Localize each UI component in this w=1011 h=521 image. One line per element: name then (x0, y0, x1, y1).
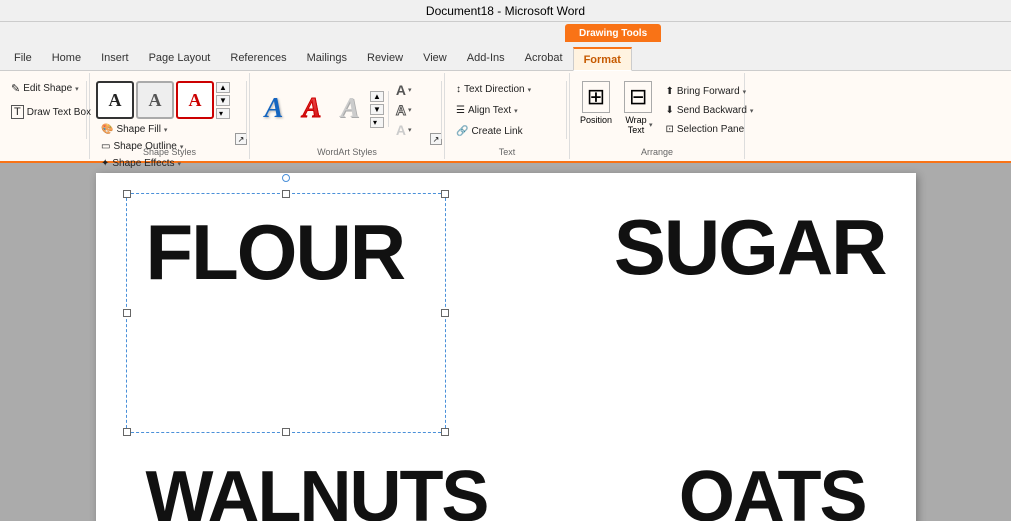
send-backward-button[interactable]: ⬇ Send Backward ▾ (660, 102, 758, 119)
tab-references[interactable]: References (220, 46, 296, 70)
insert-group-content: ✎ Edit Shape ▾ T Draw Text Box (6, 75, 83, 157)
word-sugar: SUGAR (614, 208, 886, 286)
handle-bottom-center[interactable] (282, 428, 290, 436)
word-oats: OATS (679, 461, 866, 521)
tab-addins[interactable]: Add-Ins (457, 46, 515, 70)
shape-style-btn-2[interactable]: A (136, 81, 174, 119)
position-button[interactable]: ⊞ Position (576, 79, 616, 127)
word-flour: FLOUR (146, 213, 405, 291)
handle-top-center[interactable] (282, 190, 290, 198)
tab-page-layout[interactable]: Page Layout (139, 46, 221, 70)
document-area: FLOUR SUGAR WALNUTS OATS (0, 163, 1011, 521)
tab-home[interactable]: Home (42, 46, 91, 70)
wordart-expand[interactable]: ▾ (370, 117, 384, 128)
wordart-scroll-up[interactable]: ▲ (370, 91, 384, 102)
shape-style-btn-1[interactable]: A (96, 81, 134, 119)
text-group: ↕ Text Direction ▾ ☰ Align Text ▾ 🔗 Crea… (445, 73, 570, 159)
word-walnuts: WALNUTS (146, 461, 488, 521)
text-effects-button[interactable]: A ▾ (393, 121, 415, 139)
align-text-button[interactable]: ☰ Align Text ▾ (451, 102, 523, 119)
ribbon: ✎ Edit Shape ▾ T Draw Text Box A A A ▲ ▼… (0, 71, 1011, 163)
shape-styles-expand[interactable]: ▾ (216, 108, 230, 119)
bring-forward-icon: ⬆ (665, 86, 673, 97)
align-text-icon: ☰ (456, 105, 465, 116)
text-fill-button[interactable]: A ▾ (393, 81, 415, 99)
tab-bar: File Home Insert Page Layout References … (0, 42, 1011, 70)
arrange-label: Arrange (570, 147, 744, 157)
text-direction-icon: ↕ (456, 84, 461, 95)
text-direction-arrow: ▾ (528, 86, 532, 94)
wordart-btn-2[interactable]: A (294, 91, 330, 127)
shape-style-btn-3[interactable]: A (176, 81, 214, 119)
edit-shape-arrow: ▾ (75, 85, 79, 93)
align-text-arrow: ▾ (514, 107, 518, 115)
shape-effects-button[interactable]: ✦ Shape Effects ▾ (96, 155, 186, 172)
shape-effects-arrow: ▾ (177, 160, 181, 168)
wrap-text-arrow: ▾ (649, 121, 653, 129)
arrange-content: ⊞ Position ⊟ Wrap Text ▾ ⬆ Bring Forward (576, 75, 738, 157)
title-bar: Document18 - Microsoft Word (0, 0, 1011, 22)
handle-top-left[interactable] (123, 190, 131, 198)
tab-format[interactable]: Format (573, 47, 632, 71)
handle-top-right[interactable] (441, 190, 449, 198)
wordart-content: A A A ▲ ▼ ▾ A ▾ A ▾ (256, 75, 438, 157)
shape-fill-button[interactable]: 🎨 Shape Fill ▾ (96, 121, 172, 138)
text-fill-icon: A (396, 82, 406, 98)
send-backward-icon: ⬇ (665, 105, 673, 116)
edit-shape-button[interactable]: ✎ Edit Shape ▾ (6, 79, 84, 98)
tab-mailings[interactable]: Mailings (297, 46, 357, 70)
bring-forward-button[interactable]: ⬆ Bring Forward ▾ (660, 83, 758, 100)
tab-insert[interactable]: Insert (91, 46, 139, 70)
text-outline-icon: A (396, 102, 406, 118)
tab-acrobat[interactable]: Acrobat (515, 46, 573, 70)
text-direction-button[interactable]: ↕ Text Direction ▾ (451, 81, 536, 98)
selection-pane-button[interactable]: ⊡ Selection Pane (660, 121, 758, 138)
text-effects-icon: A (396, 122, 406, 138)
edit-shape-icon: ✎ (11, 82, 20, 95)
handle-bottom-right[interactable] (441, 428, 449, 436)
text-outline-button[interactable]: A ▾ (393, 101, 415, 119)
handle-bottom-left[interactable] (123, 428, 131, 436)
wordart-group: A A A ▲ ▼ ▾ A ▾ A ▾ (250, 73, 445, 159)
draw-text-box-icon: T (11, 105, 24, 119)
wordart-label: WordArt Styles (250, 147, 444, 157)
draw-text-box-button[interactable]: T Draw Text Box (6, 102, 96, 122)
handle-middle-right[interactable] (441, 309, 449, 317)
text-label: Text (445, 147, 569, 157)
shape-fill-icon: 🎨 (101, 124, 113, 135)
tab-review[interactable]: Review (357, 46, 413, 70)
handle-middle-left[interactable] (123, 309, 131, 317)
shape-fill-arrow: ▾ (164, 126, 168, 134)
text-content: ↕ Text Direction ▾ ☰ Align Text ▾ 🔗 Crea… (451, 75, 563, 157)
insert-group: ✎ Edit Shape ▾ T Draw Text Box (0, 73, 90, 159)
shape-styles-group: A A A ▲ ▼ ▾ 🎨 Shape Fill ▾ ▭ Shape Outli… (90, 73, 250, 159)
create-link-icon: 🔗 (456, 126, 468, 137)
tab-file[interactable]: File (4, 46, 42, 70)
shape-styles-label: Shape Styles (90, 147, 249, 157)
wrap-text-icon: ⊟ (624, 81, 652, 113)
send-backward-arrow: ▾ (750, 107, 754, 115)
document-page: FLOUR SUGAR WALNUTS OATS (96, 173, 916, 521)
text-effects-arrow: ▾ (408, 126, 412, 134)
title-text: Document18 - Microsoft Word (426, 4, 585, 18)
arrange-group: ⊞ Position ⊟ Wrap Text ▾ ⬆ Bring Forward (570, 73, 745, 159)
bring-forward-arrow: ▾ (743, 88, 747, 96)
drawing-tools-label: Drawing Tools (565, 24, 661, 42)
shape-effects-icon: ✦ (101, 158, 109, 169)
wordart-btn-3[interactable]: A (332, 91, 368, 127)
shape-styles-scroll-down[interactable]: ▼ (216, 95, 230, 106)
wordart-scroll-down[interactable]: ▼ (370, 104, 384, 115)
create-link-button[interactable]: 🔗 Create Link (451, 123, 528, 140)
text-fill-arrow: ▾ (408, 86, 412, 94)
rotate-handle[interactable] (282, 174, 290, 182)
wrap-text-button[interactable]: ⊟ Wrap Text ▾ (620, 79, 656, 137)
shape-styles-scroll-up[interactable]: ▲ (216, 82, 230, 93)
wordart-btn-1[interactable]: A (256, 91, 292, 127)
position-icon: ⊞ (582, 81, 610, 113)
tab-view[interactable]: View (413, 46, 457, 70)
text-outline-arrow: ▾ (408, 106, 412, 114)
shape-styles-content: A A A ▲ ▼ ▾ 🎨 Shape Fill ▾ ▭ Shape Outli… (96, 75, 243, 186)
selection-pane-icon: ⊡ (665, 124, 673, 135)
